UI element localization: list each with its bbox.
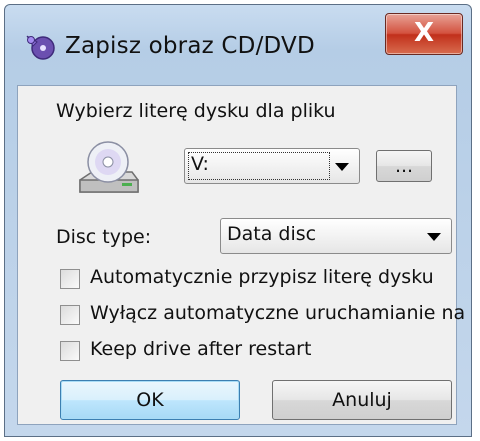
auto-assign-letter-checkbox[interactable]	[60, 269, 80, 289]
ok-button[interactable]: OK	[60, 380, 240, 420]
disable-autorun-label: Wyłącz automatyczne uruchamianie na	[90, 302, 466, 324]
focus-rectangle	[188, 152, 330, 180]
disc-type-label: Disc type:	[56, 226, 152, 248]
browse-button[interactable]: ...	[376, 150, 432, 182]
close-button[interactable]: X	[385, 13, 463, 55]
dialog-client-area: Wybierz literę dysku dla pliku V: ... Di…	[17, 85, 465, 425]
keep-drive-label: Keep drive after restart	[90, 338, 312, 360]
drive-letter-value: V:	[191, 153, 209, 175]
title-bar[interactable]: Zapisz obraz CD/DVD X	[5, 5, 471, 83]
ok-button-label: OK	[136, 389, 164, 411]
dialog-window: Zapisz obraz CD/DVD X Wybierz literę dys…	[4, 4, 472, 437]
disc-type-select[interactable]: Data disc	[220, 218, 452, 254]
drive-disc-icon	[79, 141, 139, 193]
chevron-down-icon	[335, 163, 349, 171]
keep-drive-checkbox[interactable]	[60, 341, 80, 361]
disable-autorun-checkbox[interactable]	[60, 305, 80, 325]
chevron-down-icon	[427, 233, 441, 241]
close-icon: X	[413, 18, 435, 48]
browse-button-label: ...	[394, 155, 414, 177]
auto-assign-letter-label: Automatycznie przypisz literę dysku	[90, 266, 434, 288]
cancel-button[interactable]: Anuluj	[272, 380, 452, 420]
drive-letter-select[interactable]: V:	[184, 148, 360, 184]
drive-prompt-label: Wybierz literę dysku dla pliku	[56, 100, 336, 122]
window-title: Zapisz obraz CD/DVD	[65, 33, 315, 59]
disc-type-value: Data disc	[227, 223, 317, 245]
app-disc-icon	[26, 35, 55, 60]
cancel-button-label: Anuluj	[332, 389, 392, 411]
